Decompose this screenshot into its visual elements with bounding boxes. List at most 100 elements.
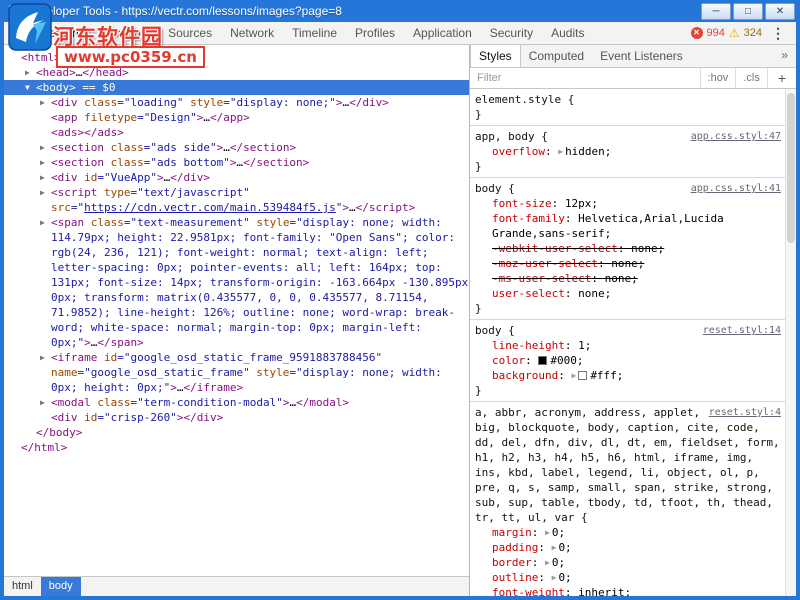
css-property--webkit-user-select[interactable]: -webkit-user-select: none; bbox=[475, 241, 781, 256]
code-tag: > bbox=[170, 381, 177, 394]
stylesheet-source-link[interactable]: reset.styl:14 bbox=[703, 323, 781, 338]
expand-node-icon[interactable]: ▶ bbox=[40, 215, 51, 230]
expand-value-icon[interactable]: ▶ bbox=[571, 371, 576, 380]
code-marker: == $0 bbox=[76, 81, 116, 94]
css-property-user-select[interactable]: user-select: none; bbox=[475, 286, 781, 301]
scrollbar[interactable] bbox=[785, 89, 796, 596]
code-tag: <div bbox=[51, 171, 78, 184]
dom-node-iframe-google-osd[interactable]: ▶<iframe id="google_osd_static_frame_959… bbox=[4, 350, 469, 395]
code-attr: id bbox=[78, 171, 98, 184]
stylesheet-source-link[interactable]: app.css.styl:47 bbox=[691, 129, 781, 144]
dom-node-head[interactable]: ▶<head>…</head> bbox=[4, 65, 469, 80]
css-property-outline[interactable]: outline: ▶0; bbox=[475, 570, 781, 585]
expand-value-icon[interactable]: ▶ bbox=[545, 528, 550, 537]
css-property-color[interactable]: color: #000; bbox=[475, 353, 781, 368]
css-property-line-height[interactable]: line-height: 1; bbox=[475, 338, 781, 353]
rule-selector[interactable]: app, body { bbox=[475, 130, 548, 143]
dom-tree: <html>▶<head>…</head>▼<body> == $0▶<div … bbox=[4, 45, 469, 576]
dom-node-section-ads-bottom[interactable]: ▶<section class="ads bottom">…</section> bbox=[4, 155, 469, 170]
tab-styles[interactable]: Styles bbox=[470, 45, 521, 67]
css-property-margin[interactable]: margin: ▶0; bbox=[475, 525, 781, 540]
tab-audits[interactable]: Audits bbox=[542, 22, 593, 44]
collapse-node-icon[interactable]: ▼ bbox=[25, 80, 36, 95]
expand-value-icon[interactable]: ▶ bbox=[552, 543, 557, 552]
tab-network[interactable]: Network bbox=[221, 22, 283, 44]
scrollbar-thumb[interactable] bbox=[787, 93, 795, 243]
dom-node-body[interactable]: ▼<body> == $0 bbox=[4, 80, 469, 95]
inspect-element-icon[interactable] bbox=[10, 27, 23, 40]
minimize-button[interactable]: ─ bbox=[701, 3, 731, 20]
expand-node-icon[interactable]: ▶ bbox=[40, 155, 51, 170]
dom-node-app[interactable]: <app filetype="Design">…</app> bbox=[4, 110, 469, 125]
code-tag: </html> bbox=[21, 441, 67, 454]
tab-event-listeners[interactable]: Event Listeners bbox=[592, 45, 691, 67]
pseudo-state-toggle[interactable]: :hov bbox=[700, 68, 736, 88]
maximize-button[interactable]: □ bbox=[733, 3, 763, 20]
overflow-menu-icon[interactable]: ⋮ bbox=[766, 25, 790, 42]
tabs-overflow-icon[interactable]: » bbox=[773, 45, 796, 67]
filter-input[interactable] bbox=[470, 68, 700, 88]
expand-node-icon[interactable]: ▶ bbox=[25, 65, 36, 80]
stylesheet-source-link[interactable]: reset.styl:4 bbox=[709, 405, 781, 420]
error-count[interactable]: 994 bbox=[707, 27, 725, 39]
dom-node-div-loading[interactable]: ▶<div class="loading" style="display: no… bbox=[4, 95, 469, 110]
rule-selector[interactable]: element.style { bbox=[475, 93, 574, 106]
css-property-background[interactable]: background: ▶#fff; bbox=[475, 368, 781, 383]
tab-profiles[interactable]: Profiles bbox=[346, 22, 404, 44]
color-swatch[interactable] bbox=[538, 356, 547, 365]
dom-node-body-close[interactable]: </body> bbox=[4, 425, 469, 440]
tab-console[interactable]: Console bbox=[97, 22, 159, 44]
css-property-border[interactable]: border: ▶0; bbox=[475, 555, 781, 570]
color-swatch[interactable] bbox=[578, 371, 587, 380]
expand-value-icon[interactable]: ▶ bbox=[545, 558, 550, 567]
dom-node-span-text-measurement[interactable]: ▶<span class="text-measurement" style="d… bbox=[4, 215, 469, 350]
tab-sources[interactable]: Sources bbox=[159, 22, 221, 44]
expand-value-icon[interactable]: ▶ bbox=[552, 573, 557, 582]
property-value: 1; bbox=[578, 339, 591, 352]
tab-application[interactable]: Application bbox=[404, 22, 481, 44]
css-property-padding[interactable]: padding: ▶0; bbox=[475, 540, 781, 555]
tab-timeline[interactable]: Timeline bbox=[283, 22, 346, 44]
expand-node-icon[interactable]: ▶ bbox=[40, 140, 51, 155]
expand-node-icon[interactable]: ▶ bbox=[40, 95, 51, 110]
stylesheet-source-link[interactable]: app.css.styl:41 bbox=[691, 181, 781, 196]
tab-elements[interactable]: Elements bbox=[29, 22, 97, 44]
dom-node-section-ads-side[interactable]: ▶<section class="ads side">…</section> bbox=[4, 140, 469, 155]
warning-icon[interactable]: ⚠ bbox=[729, 27, 740, 39]
tab-computed[interactable]: Computed bbox=[521, 45, 592, 67]
rule-selector[interactable]: body { bbox=[475, 182, 515, 195]
rule-selector[interactable]: body { bbox=[475, 324, 515, 337]
titlebar[interactable]: Developer Tools - https://vectr.com/less… bbox=[4, 0, 796, 22]
warning-count[interactable]: 324 bbox=[744, 27, 762, 39]
css-property-font-family[interactable]: font-family: Helvetica,Arial,Lucida Gran… bbox=[475, 211, 781, 241]
dom-node-script-main-js[interactable]: ▶<script type="text/javascript" src="htt… bbox=[4, 185, 469, 215]
dom-node-div-vueapp[interactable]: ▶<div id="VueApp">…</div> bbox=[4, 170, 469, 185]
style-rule-reset-global: reset.styl:4a, abbr, acronym, address, a… bbox=[470, 402, 785, 596]
code-val: =" bbox=[71, 201, 84, 214]
resource-link[interactable]: https://cdn.vectr.com/main.539484f5.js bbox=[84, 201, 336, 214]
expand-node-icon[interactable]: ▶ bbox=[40, 395, 51, 410]
close-button[interactable]: ✕ bbox=[765, 3, 795, 20]
crumb-body[interactable]: body bbox=[41, 577, 81, 596]
css-property-font-size[interactable]: font-size: 12px; bbox=[475, 196, 781, 211]
new-style-rule-button[interactable]: + bbox=[767, 68, 796, 88]
crumb-html[interactable]: html bbox=[4, 577, 41, 596]
expand-node-icon[interactable]: ▶ bbox=[40, 170, 51, 185]
rule-selector[interactable]: a, abbr, acronym, address, applet, big, … bbox=[475, 406, 780, 524]
expand-value-icon[interactable]: ▶ bbox=[558, 147, 563, 156]
error-icon[interactable]: ✕ bbox=[691, 27, 703, 39]
dom-node-ads[interactable]: <ads></ads> bbox=[4, 125, 469, 140]
css-property--moz-user-select[interactable]: -moz-user-select: none; bbox=[475, 256, 781, 271]
tab-security[interactable]: Security bbox=[481, 22, 542, 44]
expand-node-icon[interactable]: ▶ bbox=[40, 350, 51, 365]
element-class-toggle[interactable]: .cls bbox=[735, 68, 767, 88]
dom-node-modal-term-condition[interactable]: ▶<modal class="term-condition-modal">…</… bbox=[4, 395, 469, 410]
dom-node-div-crisp-260[interactable]: <div id="crisp-260"></div> bbox=[4, 410, 469, 425]
property-value: none; bbox=[578, 287, 611, 300]
dom-node-html-close[interactable]: </html> bbox=[4, 440, 469, 455]
expand-node-icon[interactable]: ▶ bbox=[40, 185, 51, 200]
css-property-font-weight[interactable]: font-weight: inherit; bbox=[475, 585, 781, 596]
css-property-overflow[interactable]: overflow: ▶hidden; bbox=[475, 144, 781, 159]
css-property--ms-user-select[interactable]: -ms-user-select: none; bbox=[475, 271, 781, 286]
dom-node-html[interactable]: <html> bbox=[4, 50, 469, 65]
